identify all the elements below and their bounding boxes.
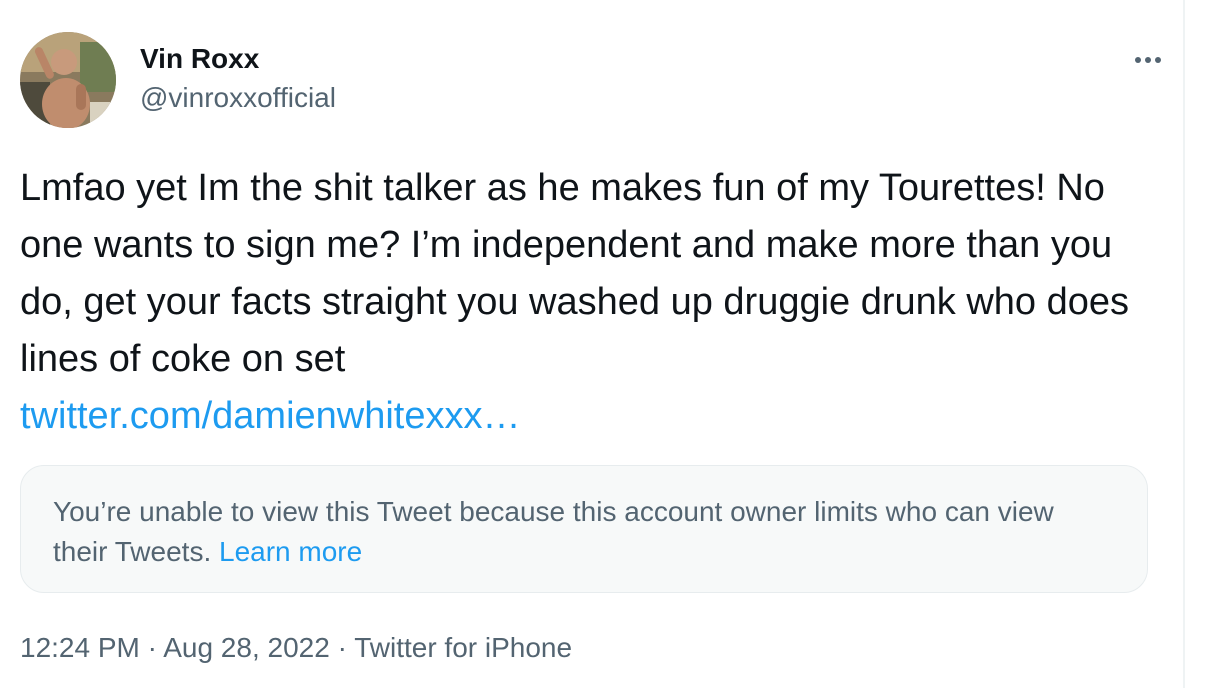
tweet-time[interactable]: 12:24 PM [20,632,140,663]
tweet-source[interactable]: Twitter for iPhone [354,632,572,663]
tweet-quoted-link[interactable]: twitter.com/damienwhitexxx… [20,395,521,437]
tweet-metadata: 12:24 PM · Aug 28, 2022 · Twitter for iP… [20,628,572,668]
author-avatar[interactable] [20,32,116,128]
tweet-date[interactable]: Aug 28, 2022 [163,632,330,663]
notice-message: You’re unable to view this Tweet because… [53,496,1054,567]
meta-separator: · [337,632,347,663]
tweet-body: Lmfao yet Im the shit talker as he makes… [20,160,1160,445]
unavailable-tweet-notice: You’re unable to view this Tweet because… [20,465,1148,593]
tweet-card: Vin Roxx @vinroxxofficial Lmfao yet Im t… [20,0,1161,688]
author-names: Vin Roxx @vinroxxofficial [140,42,336,114]
tweet-header: Vin Roxx @vinroxxofficial [20,32,1161,128]
more-horizontal-icon [1135,57,1161,63]
tweet-text: Lmfao yet Im the shit talker as he makes… [20,167,1140,380]
author-display-name[interactable]: Vin Roxx [140,42,336,76]
meta-separator: · [147,632,157,663]
column-divider [1183,0,1185,688]
author-handle[interactable]: @vinroxxofficial [140,82,336,114]
avatar-photo [20,32,116,128]
more-options-button[interactable] [1126,40,1170,80]
learn-more-link[interactable]: Learn more [219,536,362,567]
